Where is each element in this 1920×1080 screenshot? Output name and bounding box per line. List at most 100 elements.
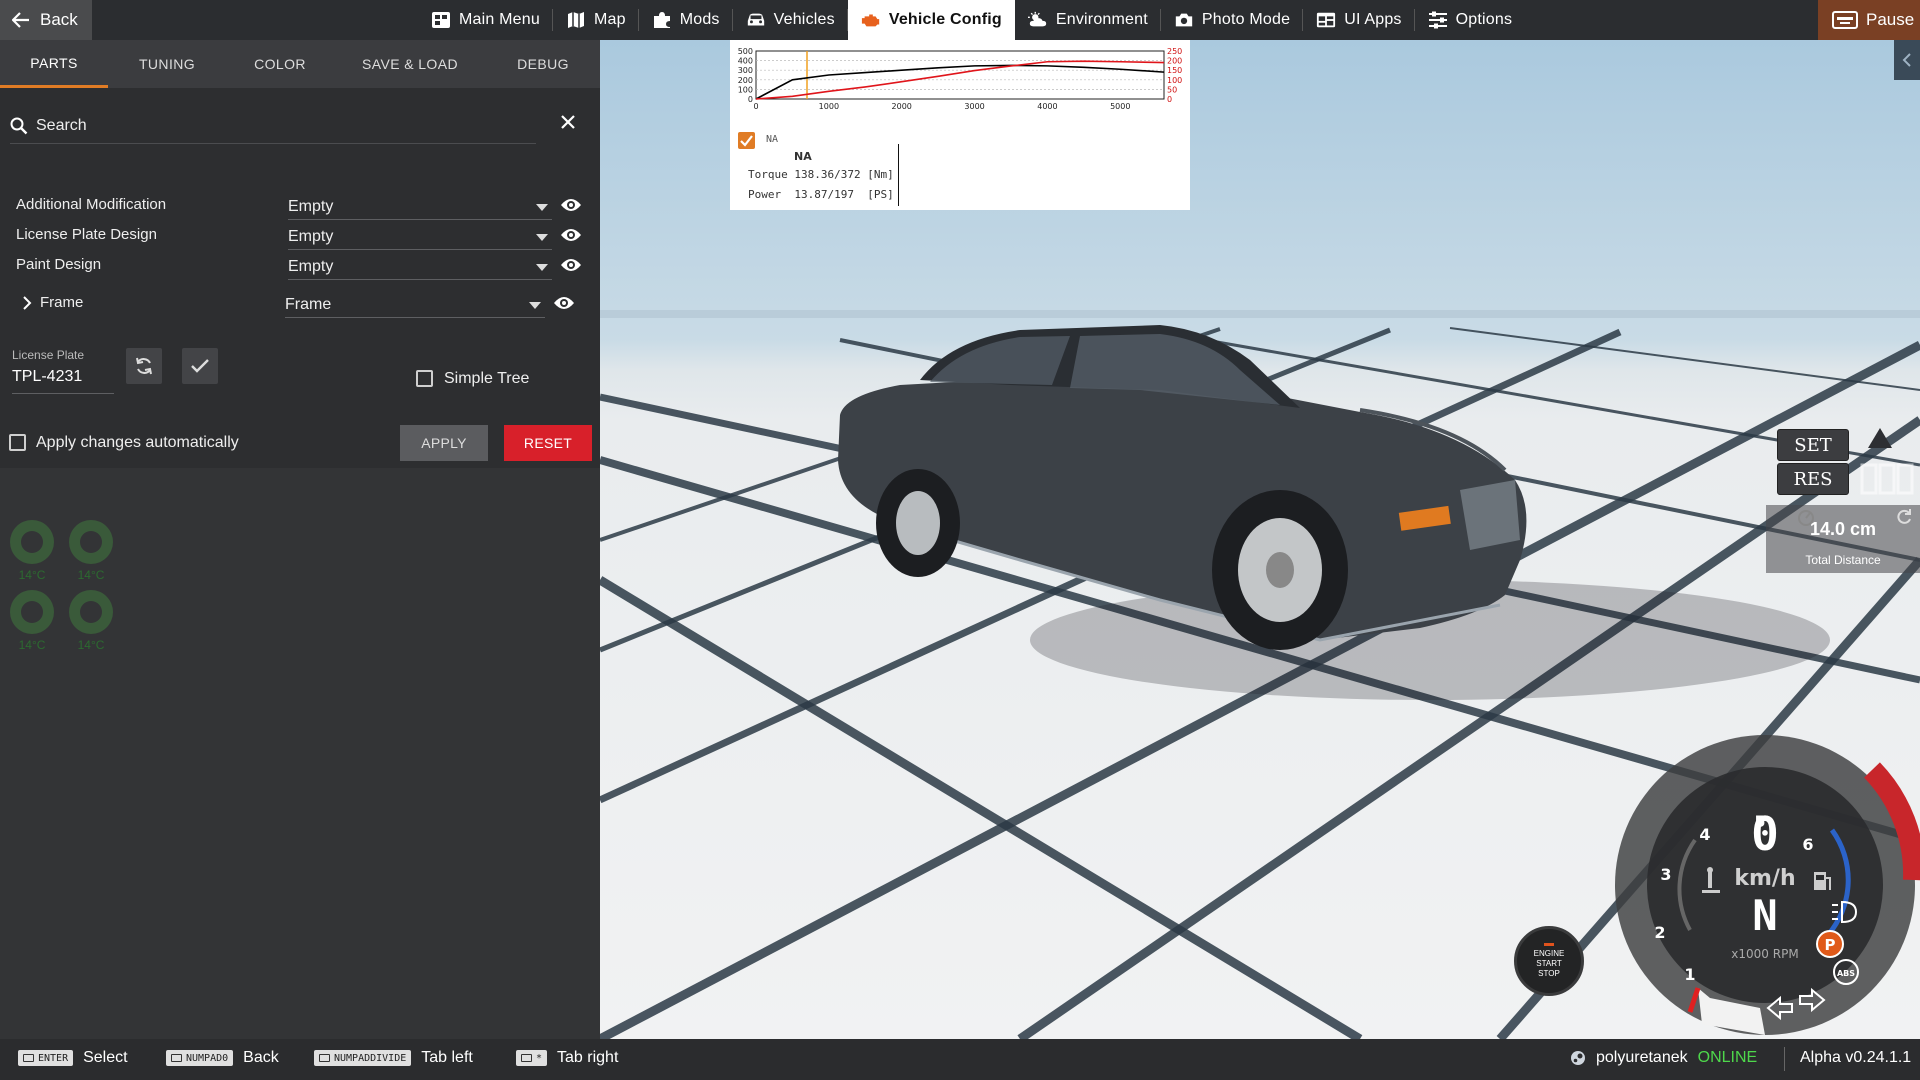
speed-value: 0 <box>1751 807 1779 861</box>
engine-label-2: START <box>1536 959 1562 968</box>
y-left-tick: 300 <box>738 66 753 75</box>
key-name: NUMPADDIVIDE <box>334 1052 407 1064</box>
part-value: Frame <box>285 296 332 313</box>
nav-map[interactable]: Map <box>553 0 639 40</box>
hint-select[interactable]: ENTER Select <box>18 1049 128 1067</box>
part-select[interactable]: Frame <box>285 292 545 318</box>
gear-indicator: N <box>1752 891 1777 940</box>
sliders-icon <box>1428 11 1447 29</box>
hint-tab-right[interactable]: * Tab right <box>516 1049 618 1067</box>
chevron-right-icon[interactable] <box>22 296 32 310</box>
part-select[interactable]: Empty <box>288 254 552 280</box>
top-navigation-bar: Back Main Menu Map Mods Vehicles Vehicle… <box>0 0 1920 40</box>
y-left-tick: 100 <box>738 85 753 94</box>
nav-vehicles[interactable]: Vehicles <box>733 0 849 40</box>
cruise-up-arrow-icon[interactable] <box>1866 426 1894 450</box>
part-select[interactable]: Empty <box>288 194 552 220</box>
rpm-tick-label: 6 <box>1802 835 1813 854</box>
refresh-icon <box>136 357 152 375</box>
tire-icon <box>69 520 113 564</box>
checkmark-icon <box>740 135 753 147</box>
power-readout: Power 13.87/197 [PS] <box>748 188 894 201</box>
nav-label: UI Apps <box>1344 11 1402 28</box>
eye-icon[interactable] <box>560 227 582 243</box>
keyboard-icon <box>521 1054 532 1062</box>
simple-tree-checkbox[interactable] <box>416 370 433 387</box>
tire-temperature-area: 14°C 14°C 14°C 14°C <box>0 468 600 1039</box>
cruise-set-button[interactable]: SET <box>1777 429 1849 461</box>
readout-divider <box>898 144 899 206</box>
tire-temp: 14°C <box>18 638 46 652</box>
vehicle-config-panel: PARTS TUNING COLOR SAVE & LOAD DEBUG Sea… <box>0 40 600 1039</box>
tab-color[interactable]: COLOR <box>226 40 334 88</box>
nav-main-menu[interactable]: Main Menu <box>418 0 553 40</box>
key-name: ENTER <box>38 1052 69 1064</box>
nav-ui-apps[interactable]: UI Apps <box>1303 0 1416 40</box>
keyboard-icon <box>171 1054 182 1062</box>
user-status: polyuretanek ONLINE <box>1570 1049 1757 1067</box>
tab-parts[interactable]: PARTS <box>0 40 108 88</box>
nav-label: Vehicles <box>773 11 835 28</box>
side-collapse-handle[interactable] <box>1894 40 1920 80</box>
username: polyuretanek <box>1596 1049 1688 1066</box>
x-tick: 4000 <box>1037 102 1057 110</box>
hint-action: Tab left <box>421 1049 473 1066</box>
nav-photo-mode[interactable]: Photo Mode <box>1161 0 1304 40</box>
tire-icon <box>10 590 54 634</box>
x-tick: 1000 <box>819 102 839 110</box>
tire-temp: 14°C <box>77 638 105 652</box>
tab-save-load[interactable]: SAVE & LOAD <box>334 40 486 88</box>
y-right-tick: 200 <box>1167 57 1182 66</box>
back-button[interactable]: Back <box>0 0 92 40</box>
hint-action: Select <box>83 1049 128 1066</box>
clear-search-button[interactable] <box>556 108 580 136</box>
series-title: NA <box>794 150 812 163</box>
part-select[interactable]: Empty <box>288 224 552 250</box>
y-right-tick: 250 <box>1167 47 1182 56</box>
eye-icon[interactable] <box>560 197 582 213</box>
key-badge: ENTER <box>18 1050 74 1066</box>
arrow-left-icon <box>12 12 29 28</box>
speedometer-gauge: 123456 0 km/h N x1000 RPM P ABS <box>1615 735 1920 1035</box>
eye-icon[interactable] <box>553 295 575 311</box>
hint-back[interactable]: NUMPAD0 Back <box>166 1049 279 1067</box>
nav-mods[interactable]: Mods <box>639 0 733 40</box>
engine-start-stop-button[interactable]: ENGINE START STOP <box>1514 926 1584 996</box>
key-badge: * <box>516 1050 548 1066</box>
tire-temp: 14°C <box>77 568 105 582</box>
tab-debug[interactable]: DEBUG <box>486 40 600 88</box>
confirm-plate-button[interactable] <box>182 348 218 384</box>
part-label: Paint Design <box>16 256 102 273</box>
engine-label-1: ENGINE <box>1533 949 1565 958</box>
torque-readout: Torque 138.36/372 [Nm] <box>748 168 894 181</box>
y-left-tick: 200 <box>738 76 753 85</box>
nav-environment[interactable]: Environment <box>1015 0 1161 40</box>
x-tick: 5000 <box>1110 102 1130 110</box>
tab-tuning[interactable]: TUNING <box>108 40 226 88</box>
reset-button[interactable]: RESET <box>504 425 592 461</box>
tire-temp: 14°C <box>18 568 46 582</box>
tire-icon <box>69 590 113 634</box>
hint-tab-left[interactable]: NUMPADDIVIDE Tab left <box>314 1049 473 1067</box>
keyboard-icon <box>319 1054 330 1062</box>
camera-icon <box>1175 13 1193 27</box>
pause-button[interactable]: Pause <box>1818 0 1920 40</box>
y-left-tick: 400 <box>738 57 753 66</box>
apply-auto-checkbox[interactable] <box>9 434 26 451</box>
distance-value: 14.0 cm <box>1809 519 1877 539</box>
apply-button[interactable]: APPLY <box>400 425 488 461</box>
cruise-speed-display <box>1860 462 1916 504</box>
na-series-checkbox[interactable] <box>738 132 755 149</box>
key-name: NUMPAD0 <box>186 1052 229 1064</box>
nav-label: Map <box>593 11 626 28</box>
steam-icon <box>1571 1051 1585 1065</box>
nav-options[interactable]: Options <box>1415 0 1526 40</box>
eye-icon[interactable] <box>560 257 582 273</box>
pause-label: Pause <box>1866 10 1915 29</box>
search-input[interactable]: Search <box>10 108 536 144</box>
cruise-resume-button[interactable]: RES <box>1777 463 1849 495</box>
randomize-plate-button[interactable] <box>126 348 162 384</box>
back-label: Back <box>40 10 78 29</box>
license-plate-input[interactable]: TPL-4231 <box>12 368 114 394</box>
nav-vehicle-config[interactable]: Vehicle Config <box>847 0 1015 40</box>
